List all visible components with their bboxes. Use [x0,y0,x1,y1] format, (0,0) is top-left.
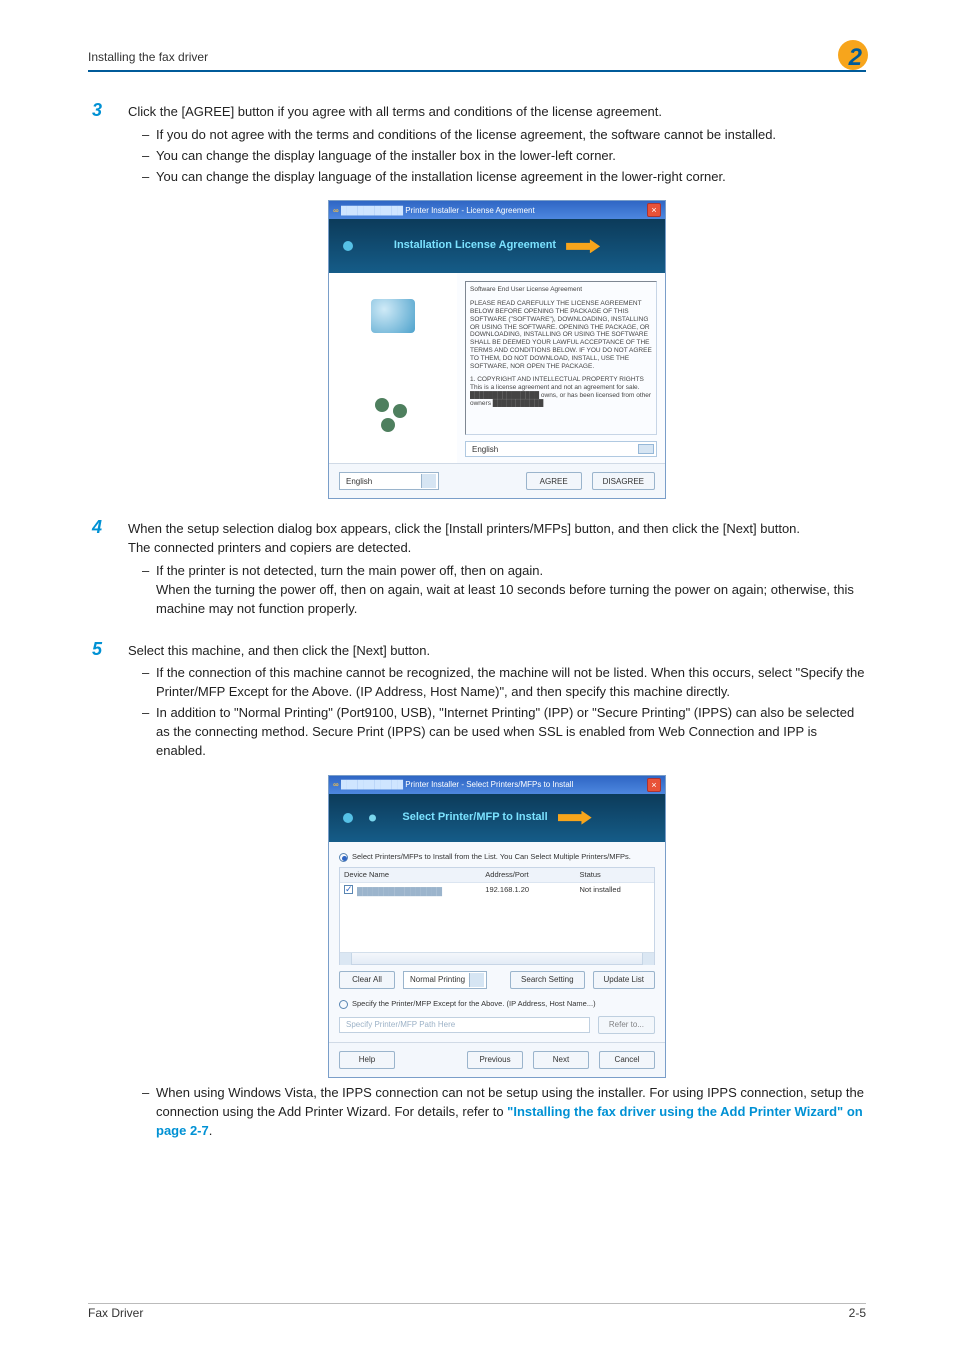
scroll-right-icon[interactable] [642,953,654,965]
license-body-text: PLEASE READ CAREFULLY THE LICENSE AGREEM… [470,300,652,370]
banner-title: Select Printer/MFP to Install [402,810,547,826]
dialog-title: Printer Installer - License Agreement [405,206,534,215]
bullet-text: You can change the display language of t… [156,168,866,187]
header-rule [88,70,866,72]
bullet-dash: – [142,664,156,702]
cell-address: 192.168.1.20 [481,883,575,900]
horizontal-scrollbar[interactable] [340,952,654,964]
search-setting-button[interactable]: Search Setting [510,971,584,989]
bullet-text: If you do not agree with the terms and c… [156,126,866,145]
chapter-indicator: 2 [830,36,866,64]
step-lead: When the setup selection dialog box appe… [128,520,866,539]
close-icon[interactable]: × [647,203,661,217]
license-section-body: This is a license agreement and not an a… [470,384,652,407]
bullet-dash: – [142,147,156,166]
blobs-image [371,394,415,438]
globe-image [371,299,415,333]
printer-row[interactable]: ████████████████ 192.168.1.20 Not instal… [340,883,654,900]
bullet-dash: – [142,168,156,187]
dialog-title: Printer Installer - Select Printers/MFPs… [405,780,573,789]
footer-page-number: 2-5 [849,1306,866,1320]
printer-list: Device Name Address/Port Status ████████… [339,867,655,966]
clear-all-button[interactable]: Clear All [339,971,395,989]
agree-button[interactable]: AGREE [526,472,582,490]
bullet-dash: – [142,1084,156,1141]
bullet-text: If the connection of this machine cannot… [156,664,866,702]
close-icon[interactable]: × [647,778,661,792]
bullet-text: You can change the display language of t… [156,147,866,166]
step-lead-2: The connected printers and copiers are d… [128,539,866,558]
chapter-number: 2 [849,44,862,72]
radio-label: Specify the Printer/MFP Except for the A… [352,999,596,1010]
col-status: Status [575,868,654,883]
dialog-titlebar: ∞ ███████████ Printer Installer - Select… [329,776,665,794]
step-lead: Select this machine, and then click the … [128,642,866,661]
bullet-dash: – [142,126,156,145]
footer-left: Fax Driver [88,1306,143,1320]
radio-icon [339,853,348,862]
col-address-port: Address/Port [481,868,575,883]
radio-label: Select Printers/MFPs to Install from the… [352,852,631,863]
bullet-text: In addition to "Normal Printing" (Port91… [156,704,866,761]
scroll-left-icon[interactable] [340,953,352,965]
dialog-titlebar: ∞ ███████████ Printer Installer - Licens… [329,201,665,219]
update-list-button[interactable]: Update List [593,971,655,989]
previous-button[interactable]: Previous [467,1051,523,1069]
license-heading: Software End User License Agreement [470,286,652,294]
step-5: 5 Select this machine, and then click th… [88,639,866,1143]
step-lead: Click the [AGREE] button if you agree wi… [128,103,866,122]
dialog-banner: Select Printer/MFP to Install [329,794,665,842]
banner-title: Installation License Agreement [394,238,556,254]
bullet-text: When using Windows Vista, the IPPS conne… [156,1084,866,1141]
help-button[interactable]: Help [339,1051,395,1069]
bullet-text: If the printer is not detected, turn the… [156,562,866,619]
print-mode-select[interactable]: Normal Printing [403,971,487,989]
bullet-dash: – [142,704,156,761]
arrow-icon [558,811,592,825]
license-language-select[interactable]: English [465,441,657,457]
radio-specify-printer[interactable]: Specify the Printer/MFP Except for the A… [339,999,655,1010]
step-3: 3 Click the [AGREE] button if you agree … [88,100,866,499]
select-printer-dialog: ∞ ███████████ Printer Installer - Select… [328,775,666,1079]
radio-select-from-list[interactable]: Select Printers/MFPs to Install from the… [339,852,655,863]
app-icon: ∞ [333,205,338,217]
page-header-title: Installing the fax driver [88,50,208,64]
cell-status: Not installed [575,883,654,900]
license-section-title: 1. COPYRIGHT AND INTELLECTUAL PROPERTY R… [470,376,652,384]
license-dialog: ∞ ███████████ Printer Installer - Licens… [328,200,666,499]
cell-device-name: ████████████████ [357,887,442,896]
cancel-button[interactable]: Cancel [599,1051,655,1069]
disagree-button[interactable]: DISAGREE [592,472,655,490]
step-number: 3 [88,100,128,499]
dialog-banner: Installation License Agreement [329,219,665,273]
license-text-area[interactable]: Software End User License Agreement PLEA… [465,281,657,435]
step-4: 4 When the setup selection dialog box ap… [88,517,866,620]
refer-to-button[interactable]: Refer to... [598,1016,655,1034]
step-number: 4 [88,517,128,620]
arrow-icon [566,239,600,253]
installer-language-select[interactable]: English [339,472,439,490]
step-number: 5 [88,639,128,1143]
app-icon: ∞ [333,779,338,791]
printer-path-input[interactable]: Specify Printer/MFP Path Here [339,1017,590,1033]
checkbox-icon[interactable] [344,885,353,894]
col-device-name: Device Name [340,868,481,883]
next-button[interactable]: Next [533,1051,589,1069]
bullet-dash: – [142,562,156,619]
radio-icon [339,1000,348,1009]
